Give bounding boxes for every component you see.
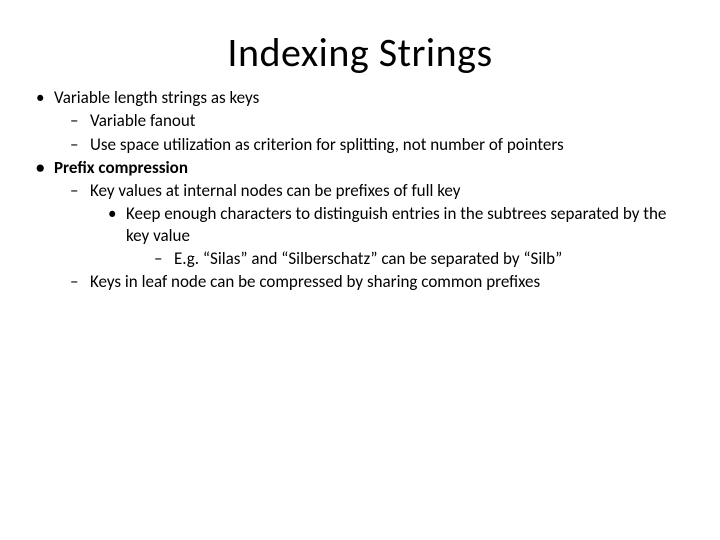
slide-body: Variable length strings as keys Variable… — [30, 87, 690, 292]
bullet-l4: E.g. “Silas” and “Silberschatz” can be s… — [174, 248, 690, 269]
slide-title: Indexing Strings — [30, 28, 690, 77]
bullet-l2: Use space utilization as criterion for s… — [90, 134, 690, 155]
bullet-l2: Key values at internal nodes can be pref… — [90, 180, 690, 201]
bullet-l2: Variable fanout — [90, 110, 690, 131]
bullet-l1: Prefix compression — [54, 157, 690, 178]
bullet-l3: Keep enough characters to distinguish en… — [126, 203, 690, 246]
bullet-l2: Keys in leaf node can be compressed by s… — [90, 271, 690, 292]
slide: Indexing Strings Variable length strings… — [0, 0, 720, 540]
bullet-l1: Variable length strings as keys — [54, 87, 690, 108]
